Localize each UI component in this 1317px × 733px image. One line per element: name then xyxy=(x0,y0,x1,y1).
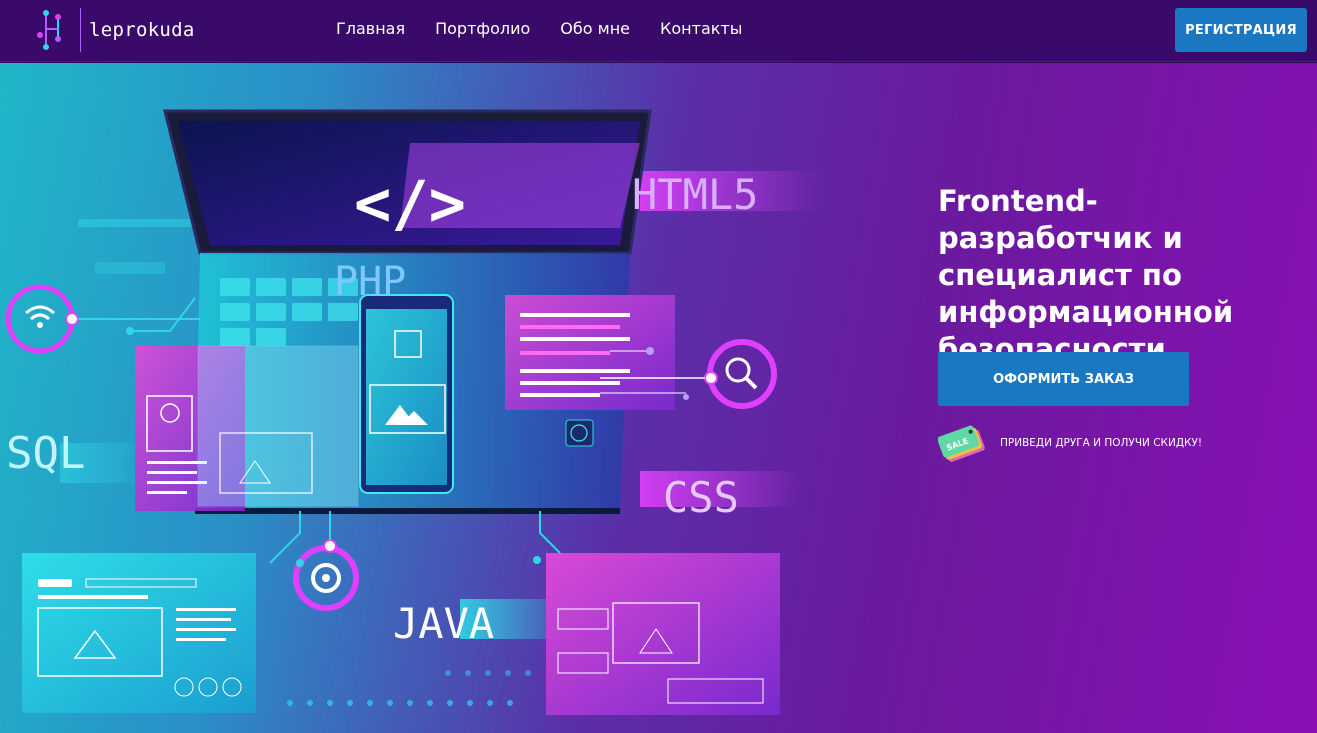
logo-text: leprokuda xyxy=(89,19,195,41)
gear-graphic xyxy=(293,511,359,611)
promo-text: ПРИВЕДИ ДРУГА И ПОЛУЧИ СКИДКУ! xyxy=(1000,437,1203,449)
html5-label: HTML5 xyxy=(632,170,758,219)
site-header: leprokuda Главная Портфолио Обо мне Конт… xyxy=(0,0,1317,62)
logo[interactable]: leprokuda xyxy=(36,6,195,54)
code-tag-label: </> xyxy=(354,167,466,240)
java-label: JAVA xyxy=(393,599,494,648)
main-nav: Главная Портфолио Обо мне Контакты xyxy=(336,19,772,38)
wifi-icon xyxy=(5,284,200,354)
hero-section: </> HTML5 PHP SQL CSS JAVA Frontend-разр… xyxy=(0,63,1317,733)
circuit-logo-icon xyxy=(37,10,61,50)
php-label: PHP xyxy=(334,259,406,305)
sql-label: SQL xyxy=(6,428,85,479)
nav-link-home[interactable]: Главная xyxy=(336,19,405,38)
css-label: CSS xyxy=(663,473,739,522)
nav-link-about[interactable]: Обо мне xyxy=(560,19,630,38)
referral-promo: SALE ПРИВЕДИ ДРУГА И ПОЛУЧИ СКИДКУ! xyxy=(938,421,1202,465)
nav-link-portfolio[interactable]: Портфолио xyxy=(435,19,530,38)
register-button[interactable]: РЕГИСТРАЦИЯ xyxy=(1175,8,1307,52)
developer-illustration: </> HTML5 PHP SQL CSS JAVA xyxy=(5,109,820,715)
order-button[interactable]: ОФОРМИТЬ ЗАКАЗ xyxy=(938,352,1189,406)
hero-headline: Frontend-разработчик и специалист по инф… xyxy=(938,184,1234,366)
nav-link-contacts[interactable]: Контакты xyxy=(660,19,742,38)
logo-divider xyxy=(80,8,81,52)
sale-tag-icon: SALE xyxy=(938,425,985,462)
